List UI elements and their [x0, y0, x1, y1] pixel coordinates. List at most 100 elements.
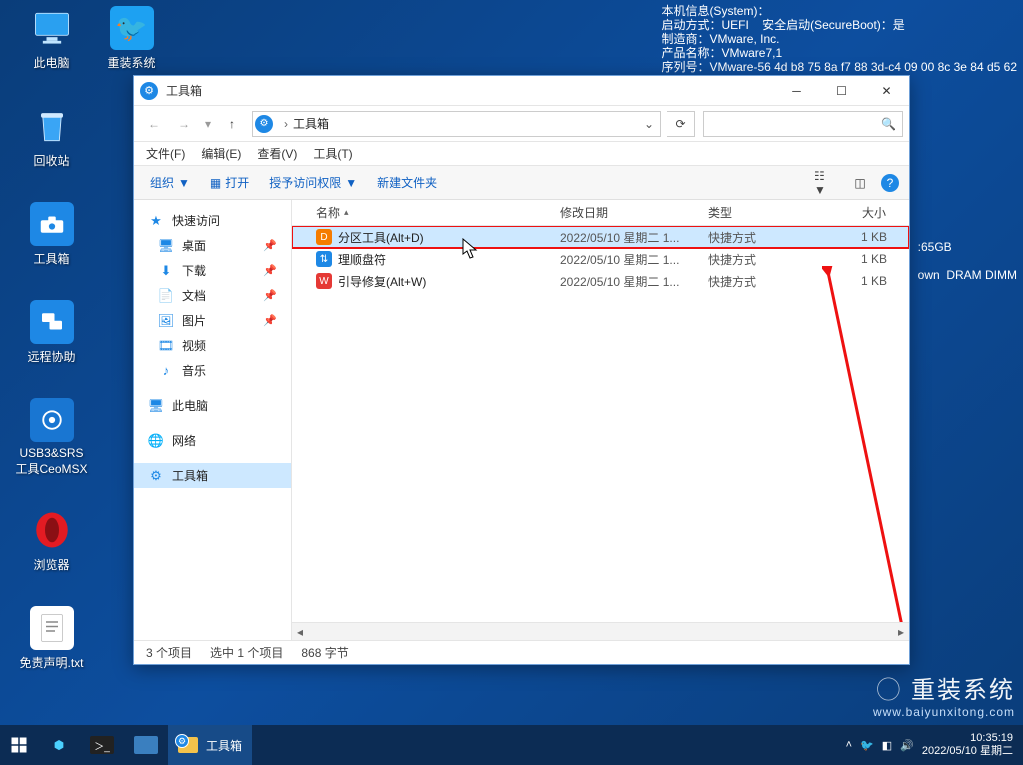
label: 免责声明.txt — [14, 654, 89, 671]
video-icon: 🎞 — [158, 338, 174, 354]
file-size: 1 KB — [816, 274, 909, 288]
music-icon: ♪ — [158, 363, 174, 379]
file-date: 2022/05/10 星期二 1... — [552, 251, 700, 268]
col-name[interactable]: 名称▴ — [292, 204, 552, 221]
status-count: 3 个项目 — [146, 644, 192, 661]
label: 工具箱 — [14, 250, 89, 267]
pin-icon: 📌 — [263, 264, 277, 277]
file-type: 快捷方式 — [700, 229, 816, 246]
open-button[interactable]: ▦ 打开 — [204, 170, 255, 195]
desktop-icon-bin[interactable]: 回收站 — [14, 104, 89, 169]
opera-icon — [30, 508, 74, 552]
file-type: 快捷方式 — [700, 251, 816, 268]
menu-tools[interactable]: 工具(T) — [313, 145, 352, 162]
menu-edit[interactable]: 编辑(E) — [201, 145, 241, 162]
sidebar-item-desktop[interactable]: 🖥桌面📌 — [134, 233, 291, 258]
sidebar-item-network[interactable]: 🌐网络 — [134, 428, 291, 453]
taskbar-label: 工具箱 — [206, 737, 242, 754]
preview-pane-button[interactable]: ◫ — [847, 172, 873, 194]
download-icon: ⬇ — [158, 263, 174, 279]
desktop-icon-browser[interactable]: 浏览器 — [14, 508, 89, 573]
location-icon: ⚙ — [255, 115, 273, 133]
shortcut-icon: W — [316, 273, 332, 289]
tray-twitter-icon[interactable]: 🐦 — [860, 739, 874, 752]
tray-up-icon[interactable]: ˄ — [846, 739, 852, 751]
tray-icon[interactable]: ◧ — [882, 739, 892, 752]
pc-icon: 🖥 — [148, 398, 164, 414]
titlebar[interactable]: ⚙ 工具箱 ─ ☐ ✕ — [134, 76, 909, 106]
col-type[interactable]: 类型 — [700, 204, 816, 221]
menu-file[interactable]: 文件(F) — [146, 145, 185, 162]
explorer-window: ⚙ 工具箱 ─ ☐ ✕ ← → ▾ ↑ ⚙ › 工具箱 ⌄ ⟳ 🔍 文件(F) … — [133, 75, 910, 665]
rows-container: D分区工具(Alt+D) 2022/05/10 星期二 1... 快捷方式 1 … — [292, 226, 909, 622]
help-button[interactable]: ? — [881, 174, 899, 192]
sidebar-item-pictures[interactable]: 🖼图片📌 — [134, 308, 291, 333]
system-info-extra: :65GB own DRAM DIMM — [918, 240, 1017, 282]
sidebar-item-music[interactable]: ♪音乐 — [134, 358, 291, 383]
start-button[interactable] — [0, 725, 38, 765]
sidebar-item-toolbox[interactable]: ⚙工具箱 — [134, 463, 291, 488]
address-bar[interactable]: ⚙ › 工具箱 ⌄ — [252, 111, 661, 137]
taskbar-active-window[interactable]: ⚙ 工具箱 — [168, 725, 252, 765]
desktop-icon-thispc[interactable]: 此电脑 — [14, 6, 89, 71]
nav-row: ← → ▾ ↑ ⚙ › 工具箱 ⌄ ⟳ 🔍 — [134, 106, 909, 142]
grant-access-button[interactable]: 授予访问权限 ▼ — [263, 170, 363, 195]
table-row[interactable]: W引导修复(Alt+W) 2022/05/10 星期二 1... 快捷方式 1 … — [292, 270, 909, 292]
desktop-icon-usb[interactable]: USB3&SRS 工具CeoMSX — [14, 398, 89, 477]
desktop-icon-remote[interactable]: 远程协助 — [14, 300, 89, 365]
status-bytes: 868 字节 — [301, 644, 348, 661]
new-folder-button[interactable]: 新建文件夹 — [371, 170, 443, 195]
search-input[interactable]: 🔍 — [703, 111, 903, 137]
back-button[interactable]: ← — [140, 110, 168, 138]
scroll-right-icon[interactable]: ▸ — [893, 623, 909, 640]
desktop-icon-toolbox[interactable]: 工具箱 — [14, 202, 89, 267]
taskbar-app-1[interactable]: ⬢ — [38, 725, 80, 765]
sidebar-quick-access[interactable]: ★快速访问 — [134, 208, 291, 233]
file-name: 引导修复(Alt+W) — [338, 273, 426, 290]
column-headers: 名称▴ 修改日期 类型 大小 — [292, 200, 909, 226]
close-button[interactable]: ✕ — [864, 76, 909, 106]
status-bar: 3 个项目 选中 1 个项目 868 字节 — [134, 640, 909, 664]
minimize-button[interactable]: ─ — [774, 76, 819, 106]
horizontal-scrollbar[interactable]: ◂ ▸ — [292, 622, 909, 640]
sidebar-item-documents[interactable]: 📄文档📌 — [134, 283, 291, 308]
file-date: 2022/05/10 星期二 1... — [552, 229, 700, 246]
maximize-button[interactable]: ☐ — [819, 76, 864, 106]
breadcrumb[interactable]: 工具箱 — [293, 115, 329, 132]
clock[interactable]: 10:35:19 2022/05/10 星期二 — [922, 732, 1013, 758]
desktop-icon-disclaimer[interactable]: 免责声明.txt — [14, 606, 89, 671]
up-button[interactable]: ↑ — [218, 110, 246, 138]
app-icon: ⚙ — [140, 82, 158, 100]
pc-icon — [30, 6, 74, 50]
scroll-left-icon[interactable]: ◂ — [292, 623, 308, 640]
recent-dropdown[interactable]: ▾ — [200, 110, 216, 138]
table-row[interactable]: ⇅理顺盘符 2022/05/10 星期二 1... 快捷方式 1 KB — [292, 248, 909, 270]
file-size: 1 KB — [816, 230, 909, 244]
annotation-arrow — [822, 266, 909, 622]
col-date[interactable]: 修改日期 — [552, 204, 700, 221]
sidebar-item-videos[interactable]: 🎞视频 — [134, 333, 291, 358]
tray-volume-icon[interactable]: 🔊 — [900, 739, 914, 752]
file-list-area: 名称▴ 修改日期 类型 大小 D分区工具(Alt+D) 2022/05/10 星… — [292, 200, 909, 640]
desktop-icon-reinstall[interactable]: 🐦 重装系统 — [94, 6, 169, 71]
shortcut-icon: ⇅ — [316, 251, 332, 267]
sidebar-item-downloads[interactable]: ⬇下载📌 — [134, 258, 291, 283]
forward-button[interactable]: → — [170, 110, 198, 138]
menu-view[interactable]: 查看(V) — [257, 145, 297, 162]
table-row[interactable]: D分区工具(Alt+D) 2022/05/10 星期二 1... 快捷方式 1 … — [292, 226, 909, 248]
desktop-icon: 🖥 — [158, 238, 174, 254]
taskbar-app-2[interactable]: ＞_ — [80, 725, 124, 765]
star-icon: ★ — [148, 213, 164, 229]
label: USB3&SRS 工具CeoMSX — [14, 446, 89, 477]
address-dropdown-icon[interactable]: ⌄ — [640, 117, 658, 131]
sidebar-item-thispc[interactable]: 🖥此电脑 — [134, 393, 291, 418]
refresh-button[interactable]: ⟳ — [667, 111, 695, 137]
organize-button[interactable]: 组织 ▼ — [144, 170, 196, 195]
status-selected: 选中 1 个项目 — [210, 644, 283, 661]
col-size[interactable]: 大小 — [816, 204, 909, 221]
view-mode-button[interactable]: ☷ ▼ — [813, 172, 839, 194]
taskbar-app-3[interactable] — [124, 725, 168, 765]
taskbar: ⬢ ＞_ ⚙ 工具箱 ˄ 🐦 ◧ 🔊 10:35:19 2022/05/10 星… — [0, 725, 1023, 765]
network-icon: 🌐 — [148, 433, 164, 449]
sort-asc-icon: ▴ — [344, 207, 349, 218]
